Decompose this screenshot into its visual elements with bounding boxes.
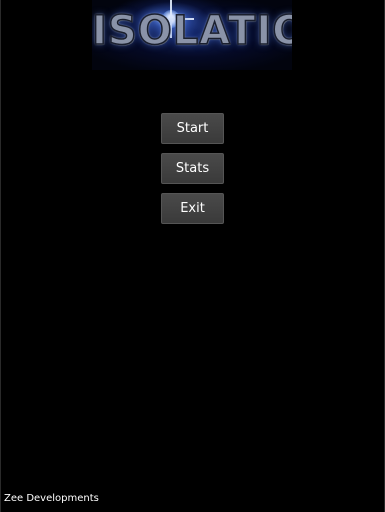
developer-credit: Zee Developments: [4, 493, 99, 504]
stats-button[interactable]: Stats: [161, 153, 224, 184]
game-title: ISOLATION: [92, 7, 292, 55]
main-menu-screen: ISOLATION Start Stats Exit Zee Developme…: [0, 0, 385, 512]
game-logo: ISOLATION: [92, 0, 292, 70]
exit-button[interactable]: Exit: [161, 193, 224, 224]
start-button[interactable]: Start: [161, 113, 224, 144]
